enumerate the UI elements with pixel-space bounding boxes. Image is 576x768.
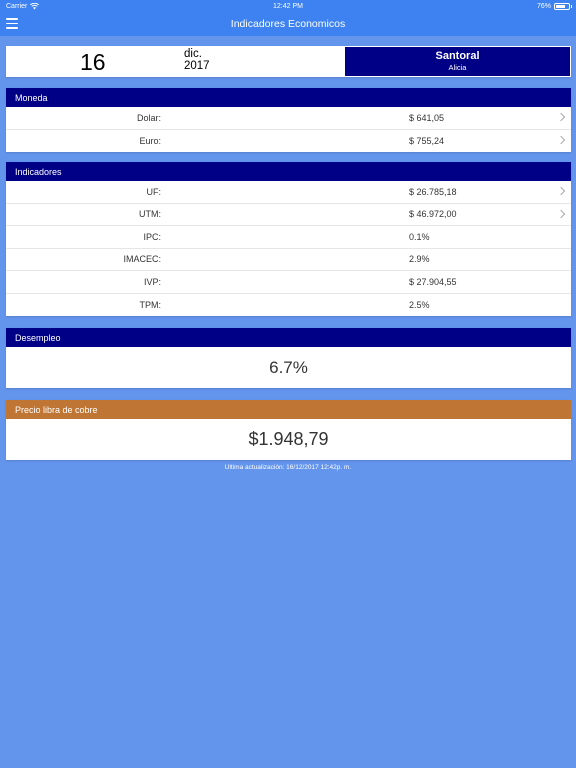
row-label: Dolar: [136,112,161,123]
row-label: Euro: [139,135,161,146]
row-tpm: TPM: 2.5% [6,294,571,317]
row-ipc: IPC: 0.1% [6,226,571,249]
desempleo-card: Desempleo 6.7% [6,328,571,388]
row-label: IVP: [143,276,161,287]
santoral-name: Alicia [448,63,467,72]
row-value: $ 755,24 [409,135,445,146]
row-label: IMACEC: [123,254,161,265]
row-uf[interactable]: UF: $ 26.785,18 [6,181,571,204]
row-label: UF: [146,186,162,197]
carrier-label: Carrier [6,2,28,10]
moneda-card: Moneda Dolar: $ 641,05 Euro: $ 755,24 [6,88,571,152]
row-dolar[interactable]: Dolar: $ 641,05 [6,107,571,130]
moneda-header: Moneda [6,88,571,107]
battery-percent: 76% [536,2,551,10]
cobre-card: Precio libra de cobre $1.948,79 [6,400,571,460]
battery-icon [554,2,572,10]
date-card: 16 dic. 2017 Santoral Alicia [6,46,571,77]
date-month: dic. [184,48,202,60]
row-value: 0.1% [409,231,430,242]
row-label: TPM: [139,299,162,310]
cobre-header: Precio libra de cobre [6,400,571,419]
chevron-right-icon [556,112,566,122]
indicadores-header: Indicadores [6,162,571,181]
wifi-icon [30,2,40,9]
chevron-right-icon [556,209,566,218]
date-panel: 16 dic. 2017 [6,46,345,77]
row-imacec: IMACEC: 2.9% [6,249,571,271]
row-value: 2.5% [409,299,430,310]
status-left: Carrier [6,2,40,10]
chevron-right-icon [556,186,566,196]
desempleo-value: 6.7% [269,357,308,377]
page-title: Indicadores Economicos [230,18,346,30]
desempleo-header: Desempleo [6,328,571,347]
row-euro[interactable]: Euro: $ 755,24 [6,130,571,153]
row-label: UTM: [139,209,161,220]
row-value: $ 26.785,18 [409,186,457,197]
status-bar: Carrier 12:42 PM 76% [0,0,576,12]
santoral-title: Santoral [435,50,480,62]
date-year: 2017 [184,60,210,72]
row-utm[interactable]: UTM: $ 46.972,00 [6,204,571,226]
row-value: $ 641,05 [409,112,445,123]
row-value: 2.9% [409,254,430,265]
battery-fill [556,4,566,8]
hamburger-menu-icon[interactable] [6,18,18,29]
row-label: IPC: [143,231,161,242]
status-right: 76% [536,2,572,10]
navigation-bar: Indicadores Economicos [0,12,576,36]
cobre-value: $1.948,79 [248,429,329,449]
last-update-label: Ultima actualización: 16/12/2017 12:42p.… [224,464,352,471]
row-ivp: IVP: $ 27.904,55 [6,271,571,294]
status-time: 12:42 PM [273,2,303,10]
date-day: 16 [80,49,106,75]
indicadores-card: Indicadores UF: $ 26.785,18 UTM: $ 46.97… [6,162,571,316]
row-value: $ 27.904,55 [409,276,457,287]
chevron-right-icon [556,135,566,144]
santoral-panel: Santoral Alicia [345,47,570,76]
row-value: $ 46.972,00 [409,209,457,220]
